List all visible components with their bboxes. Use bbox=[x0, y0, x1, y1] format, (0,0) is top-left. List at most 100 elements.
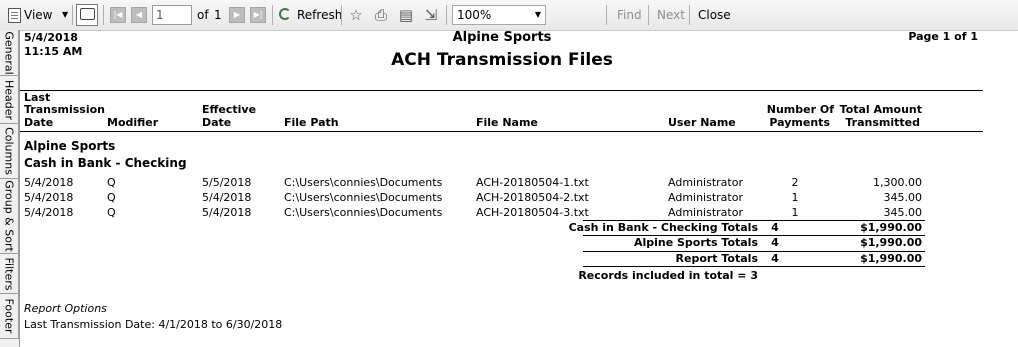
totals-rule bbox=[583, 266, 925, 267]
column-header-rule bbox=[20, 131, 983, 132]
find-next-button[interactable]: Next bbox=[657, 4, 685, 26]
col-number-of-payments-2: Payments bbox=[769, 116, 830, 129]
row-user-name: Administrator bbox=[668, 176, 743, 189]
row-file-name: ACH-20180504-3.txt bbox=[476, 206, 589, 219]
report-date: 5/4/2018 bbox=[24, 31, 78, 44]
print-button[interactable]: ⎙ bbox=[371, 5, 391, 25]
row-user-name: Administrator bbox=[668, 206, 743, 219]
side-tab-strip: General Header Columns Group & Sort Filt… bbox=[0, 30, 20, 347]
row-file-path: C:\Users\connies\Documents bbox=[284, 206, 443, 219]
toolbar-separator bbox=[103, 5, 104, 25]
favorite-button[interactable]: ☆ bbox=[346, 5, 366, 25]
next-page-icon: ▶ bbox=[233, 10, 241, 19]
header-rule bbox=[20, 90, 983, 91]
row-modifier: Q bbox=[107, 176, 116, 189]
col-effective-1: Effective bbox=[202, 103, 257, 116]
group-company: Alpine Sports bbox=[24, 139, 116, 153]
report-toolbar: View ▼ |◀ ◀ 1 of 1 ▶ ▶| Refresh ☆ ⎙ ▤ ⇲ … bbox=[0, 0, 1018, 31]
report-totals-count: 4 bbox=[771, 252, 779, 265]
export-icon: ⇲ bbox=[424, 6, 438, 24]
account-totals-label: Cash in Bank - Checking Totals bbox=[568, 221, 758, 234]
row-file-name: ACH-20180504-1.txt bbox=[476, 176, 589, 189]
last-page-icon: ▶| bbox=[253, 10, 263, 19]
printer-setup-icon: ▤ bbox=[398, 6, 414, 24]
tab-label: General bbox=[2, 30, 16, 75]
speech-bubble-icon bbox=[80, 8, 95, 20]
row-effective-date: 5/4/2018 bbox=[202, 191, 252, 204]
col-last-transmission-2: Transmission bbox=[24, 103, 106, 116]
account-totals-amount: $1,990.00 bbox=[860, 221, 922, 234]
tab-label: Footer bbox=[2, 298, 16, 334]
toolbar-separator bbox=[72, 5, 73, 25]
col-file-name: File Name bbox=[476, 116, 538, 129]
row-payments: 1 bbox=[791, 206, 799, 219]
company-totals-amount: $1,990.00 bbox=[860, 236, 922, 249]
report-title: ACH Transmission Files bbox=[391, 50, 613, 70]
row-last-transmission-date: 5/4/2018 bbox=[24, 191, 74, 204]
tab-footer[interactable]: Footer bbox=[0, 294, 19, 339]
chevron-down-icon: ▼ bbox=[62, 10, 69, 19]
page-info: Page 1 of 1 bbox=[908, 30, 978, 43]
refresh-icon bbox=[279, 8, 291, 20]
toolbar-separator bbox=[648, 5, 649, 25]
tab-header[interactable]: Header bbox=[0, 76, 19, 124]
find-button[interactable]: Find bbox=[617, 4, 642, 26]
col-last-transmission-3: Date bbox=[24, 116, 54, 129]
last-page-button[interactable]: ▶| bbox=[250, 7, 266, 23]
close-button[interactable]: Close bbox=[698, 4, 731, 26]
tab-label: Filters bbox=[2, 257, 16, 290]
report-options-line: Last Transmission Date: 4/1/2018 to 6/30… bbox=[24, 318, 283, 331]
row-file-path: C:\Users\connies\Documents bbox=[284, 176, 443, 189]
tab-columns[interactable]: Columns bbox=[0, 124, 19, 179]
col-modifier: Modifier bbox=[107, 116, 159, 129]
account-totals-count: 4 bbox=[771, 221, 779, 234]
report-totals-amount: $1,990.00 bbox=[860, 252, 922, 265]
row-payments: 2 bbox=[791, 176, 799, 189]
report-time: 11:15 AM bbox=[24, 45, 83, 58]
col-number-of-payments-1: Number Of bbox=[766, 103, 834, 116]
row-effective-date: 5/5/2018 bbox=[202, 176, 252, 189]
page-number-input[interactable]: 1 bbox=[152, 5, 192, 25]
group-account: Cash in Bank - Checking bbox=[24, 156, 187, 170]
toolbar-separator bbox=[606, 5, 607, 25]
print-setup-button[interactable]: ▤ bbox=[396, 5, 416, 25]
star-icon: ☆ bbox=[349, 6, 363, 24]
printer-icon: ⎙ bbox=[374, 6, 387, 24]
tab-group-sort[interactable]: Group & Sort bbox=[0, 179, 19, 254]
toolbar-separator bbox=[341, 5, 342, 25]
row-amount: 345.00 bbox=[883, 191, 923, 204]
tab-label: Group & Sort bbox=[2, 180, 16, 252]
row-user-name: Administrator bbox=[668, 191, 743, 204]
col-total-amount-1: Total Amount bbox=[839, 103, 922, 116]
next-page-button[interactable]: ▶ bbox=[229, 7, 245, 23]
row-amount: 1,300.00 bbox=[873, 176, 922, 189]
total-pages-label: 1 bbox=[214, 8, 222, 22]
report-canvas: 5/4/2018 11:15 AM Alpine Sports ACH Tran… bbox=[20, 30, 1018, 347]
first-page-icon: |◀ bbox=[113, 10, 123, 19]
row-modifier: Q bbox=[107, 191, 116, 204]
previous-page-button[interactable]: ◀ bbox=[131, 7, 147, 23]
tab-general[interactable]: General bbox=[0, 30, 19, 76]
row-file-name: ACH-20180504-2.txt bbox=[476, 191, 589, 204]
toolbar-separator bbox=[446, 5, 447, 25]
first-page-button[interactable]: |◀ bbox=[110, 7, 126, 23]
view-menu-button[interactable]: View ▼ bbox=[4, 4, 70, 26]
row-last-transmission-date: 5/4/2018 bbox=[24, 176, 74, 189]
chevron-down-icon: ▼ bbox=[534, 10, 541, 19]
tab-label: Columns bbox=[2, 127, 16, 175]
zoom-select[interactable]: 100% ▼ bbox=[452, 5, 546, 25]
col-total-amount-2: Transmitted bbox=[845, 116, 920, 129]
view-label: View bbox=[24, 8, 53, 22]
document-icon bbox=[8, 8, 21, 23]
report-options-heading: Report Options bbox=[24, 302, 107, 315]
row-last-transmission-date: 5/4/2018 bbox=[24, 206, 74, 219]
row-amount: 345.00 bbox=[883, 206, 923, 219]
row-modifier: Q bbox=[107, 206, 116, 219]
col-effective-2: Date bbox=[202, 116, 232, 129]
company-totals-count: 4 bbox=[771, 236, 779, 249]
export-button[interactable]: ⇲ bbox=[421, 5, 441, 25]
company-totals-label: Alpine Sports Totals bbox=[633, 236, 758, 249]
comment-button[interactable] bbox=[76, 4, 98, 26]
tab-filters[interactable]: Filters bbox=[0, 254, 19, 294]
of-label: of bbox=[197, 8, 209, 22]
